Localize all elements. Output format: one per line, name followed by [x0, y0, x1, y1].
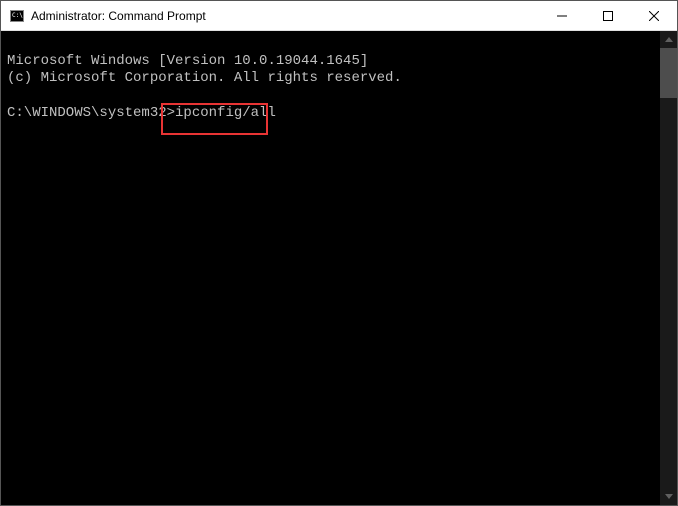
window-title: Administrator: Command Prompt — [31, 9, 539, 23]
titlebar[interactable]: C:\ Administrator: Command Prompt — [1, 1, 677, 31]
maximize-button[interactable] — [585, 1, 631, 31]
chevron-down-icon — [665, 494, 673, 499]
command-prompt-window: C:\ Administrator: Command Prompt Micros… — [0, 0, 678, 506]
terminal-line-copyright: (c) Microsoft Corporation. All rights re… — [7, 70, 402, 86]
window-controls — [539, 1, 677, 30]
terminal-command: ipconfig/all — [175, 105, 276, 121]
terminal-prompt: C:\WINDOWS\system32> — [7, 105, 175, 121]
terminal-content[interactable]: Microsoft Windows [Version 10.0.19044.16… — [1, 31, 660, 505]
scrollbar-vertical[interactable] — [660, 31, 677, 505]
terminal-body: Microsoft Windows [Version 10.0.19044.16… — [1, 31, 677, 505]
scrollbar-thumb[interactable] — [660, 48, 677, 98]
scrollbar-up-button[interactable] — [660, 31, 677, 48]
cmd-icon: C:\ — [9, 8, 25, 24]
scrollbar-down-button[interactable] — [660, 488, 677, 505]
minimize-button[interactable] — [539, 1, 585, 31]
chevron-up-icon — [665, 37, 673, 42]
close-button[interactable] — [631, 1, 677, 31]
terminal-line-version: Microsoft Windows [Version 10.0.19044.16… — [7, 53, 368, 69]
scrollbar-track[interactable] — [660, 48, 677, 488]
